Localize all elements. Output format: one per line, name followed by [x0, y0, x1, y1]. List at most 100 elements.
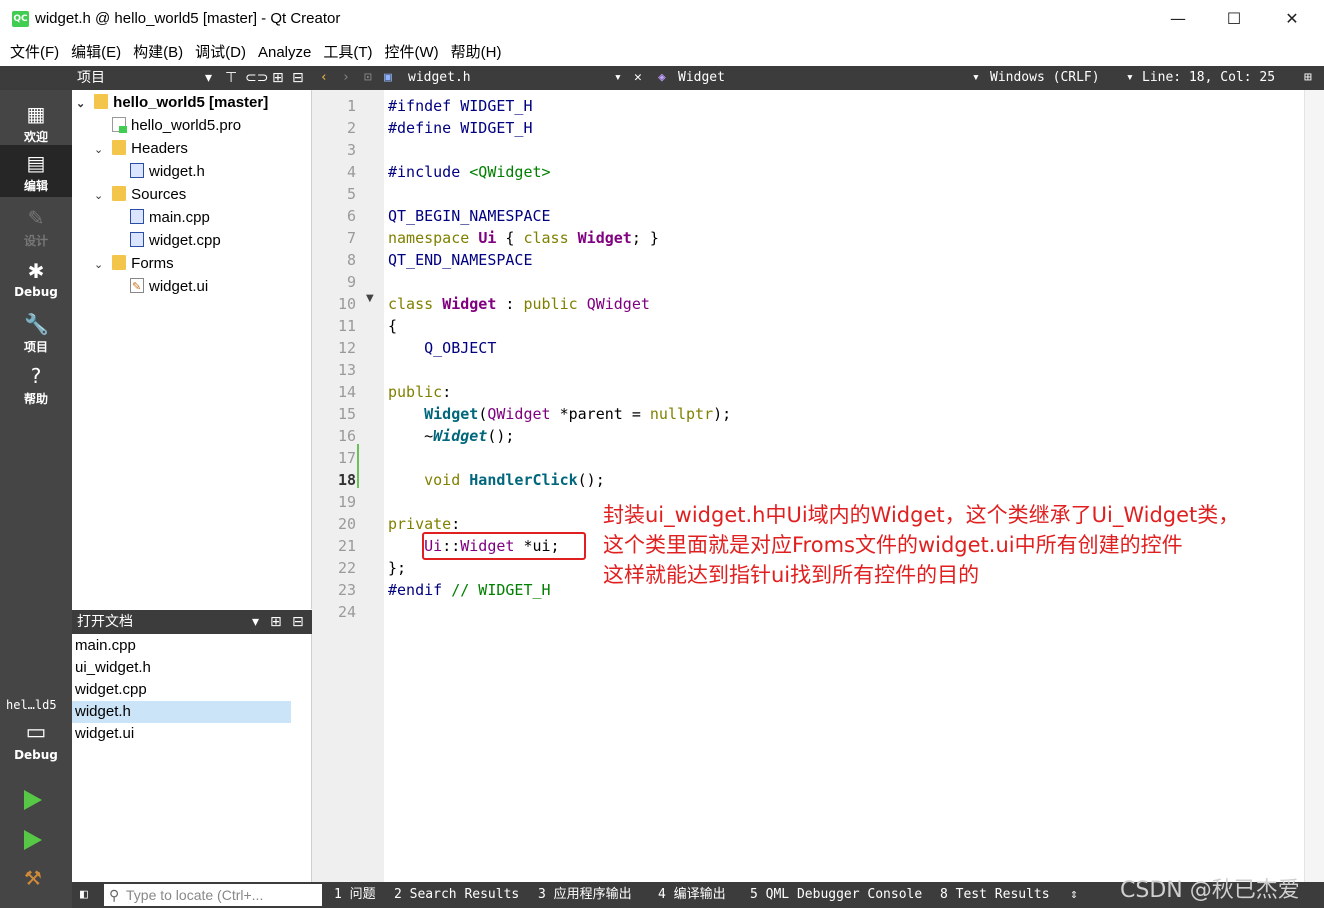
menu-file[interactable]: 文件(F)	[4, 40, 65, 66]
split-editor-icon[interactable]: ⊞	[1304, 66, 1312, 90]
code-token: class	[523, 229, 578, 247]
code-line: QT_END_NAMESPACE	[388, 249, 533, 271]
mode-projects[interactable]: 🔧 项目	[0, 306, 72, 358]
tree-item-headers[interactable]: ⌄ Headers	[94, 137, 188, 160]
close-button[interactable]: ✕	[1264, 0, 1320, 38]
menu-debug[interactable]: 调试(D)	[189, 40, 252, 66]
output-tab-search-results[interactable]: 2 Search Results	[394, 882, 519, 908]
pane-dropdown-icon[interactable]: ▾	[252, 610, 259, 634]
split-icon[interactable]: ⊞	[272, 66, 284, 90]
line-number: 4	[346, 163, 356, 181]
output-tab-issues[interactable]: 1 问题	[334, 882, 376, 908]
symbol-selector[interactable]: Widget	[678, 66, 725, 90]
tree-item-widget-cpp[interactable]: widget.cpp	[130, 229, 221, 252]
cursor-position[interactable]: Line: 18, Col: 25	[1142, 66, 1275, 90]
mode-help[interactable]: ? 帮助	[0, 358, 72, 410]
mode-welcome[interactable]: ▦ 欢迎	[0, 96, 72, 148]
folder-icon	[112, 140, 127, 155]
code-token: Widget	[577, 229, 632, 247]
open-doc-item[interactable]: main.cpp	[72, 635, 291, 657]
file-dropdown-icon[interactable]: ▾	[614, 66, 622, 90]
pane-dropdown-icon[interactable]: ▾	[205, 66, 212, 90]
chevron-down-icon[interactable]: ⌄	[94, 185, 108, 208]
menu-analyze[interactable]: Analyze	[252, 40, 317, 66]
toggle-sidebar-icon[interactable]: ◧	[80, 882, 88, 908]
output-tab-qml-console[interactable]: 5 QML Debugger Console	[750, 882, 922, 908]
code-line: namespace Ui { class Widget; }	[388, 227, 659, 249]
menu-help[interactable]: 帮助(H)	[445, 40, 508, 66]
mode-debug[interactable]: ✱ Debug	[0, 253, 72, 305]
run-icon[interactable]	[24, 790, 42, 810]
open-doc-item-selected[interactable]: widget.h	[72, 701, 291, 723]
debug-run-icon[interactable]	[24, 830, 42, 850]
code-line: {	[388, 315, 397, 337]
build-hammer-icon[interactable]: ⚒	[24, 866, 42, 890]
editor-toolbar: ‹ › ⊡ ▣ widget.h ▾ ✕ ◈ Widget ▾ Windows …	[312, 66, 1324, 90]
tree-item-label: hello_world5 [master]	[113, 94, 269, 111]
code-token: namespace	[388, 229, 479, 247]
line-ending-dropdown-icon[interactable]: ▾	[1126, 66, 1134, 90]
fold-arrow-icon[interactable]: ▼	[366, 293, 374, 304]
current-file-selector[interactable]: widget.h	[408, 66, 471, 90]
tree-item-project[interactable]: ⌄ hello_world5 [master]	[76, 91, 268, 114]
open-doc-item[interactable]: widget.ui	[72, 723, 291, 745]
chevron-down-icon[interactable]: ⌄	[94, 139, 108, 162]
mode-edit[interactable]: ▤ 编辑	[0, 145, 72, 197]
menu-widgets[interactable]: 控件(W)	[379, 40, 445, 66]
annotation-line: 这样就能达到指针ui找到所有控件的目的	[603, 563, 980, 587]
help-icon: ?	[30, 364, 42, 388]
editor-vertical-scrollbar[interactable]	[1304, 90, 1324, 882]
tree-item-main-cpp[interactable]: main.cpp	[130, 206, 210, 229]
tree-item-sources[interactable]: ⌄ Sources	[94, 183, 186, 206]
menu-tools[interactable]: 工具(T)	[317, 40, 378, 66]
link-icon[interactable]: ⊂⊃	[245, 66, 268, 90]
maximize-button[interactable]: ☐	[1206, 0, 1262, 38]
target-selector[interactable]: ▭ Debug	[0, 718, 72, 774]
project-pane-header: 项目 ▾ ⊤ ⊂⊃ ⊞ ⊟	[72, 66, 312, 90]
back-arrow-icon[interactable]: ‹	[320, 66, 328, 90]
close-pane-icon[interactable]: ⊟	[292, 610, 304, 634]
menu-edit[interactable]: 编辑(E)	[65, 40, 127, 66]
line-number-gutter: 1 2 3 4 5 6 7 8 9 10 11 12 13 14 15 16 17 18 19 20 21 22 23 24	[312, 90, 384, 882]
tree-item-widget-ui[interactable]: widget.ui	[130, 275, 208, 299]
code-token: public	[523, 295, 587, 313]
chevron-down-icon[interactable]: ⌄	[76, 93, 90, 116]
open-doc-item[interactable]: widget.cpp	[72, 679, 291, 701]
line-ending-selector[interactable]: Windows (CRLF)	[990, 66, 1100, 90]
output-tab-app-output[interactable]: 3 应用程序输出	[538, 882, 632, 908]
annotation-line: 这个类里面就是对应Froms文件的widget.ui中所有创建的控件	[603, 533, 1183, 557]
class-icon: ◈	[658, 70, 666, 85]
wrench-icon: 🔧	[24, 312, 49, 336]
code-editor[interactable]: #ifndef WIDGET_H #define WIDGET_H #include…	[384, 90, 1304, 882]
tree-item-widget-h[interactable]: widget.h	[130, 160, 205, 183]
mode-welcome-label: 欢迎	[23, 130, 48, 144]
output-tab-compile-output[interactable]: 4 编译输出	[658, 882, 726, 908]
tree-item-forms[interactable]: ⌄ Forms	[94, 252, 174, 275]
filter-icon[interactable]: ⊤	[225, 66, 237, 90]
code-token: public	[388, 383, 443, 401]
line-number: 10	[337, 295, 356, 313]
title-bar: QC widget.h @ hello_world5 [master] - Qt…	[0, 0, 1324, 40]
code-token: :	[451, 515, 461, 533]
close-document-icon[interactable]: ✕	[634, 66, 642, 90]
more-tabs-icon[interactable]: ⇕	[1070, 882, 1078, 908]
locator-input[interactable]: ⚲ Type to locate (Ctrl+...	[104, 884, 322, 906]
tree-item-label: hello_world5.pro	[131, 117, 242, 134]
split-icon[interactable]: ⊞	[270, 610, 282, 634]
chevron-down-icon[interactable]: ⌄	[94, 254, 108, 277]
line-number: 24	[337, 603, 356, 621]
output-tab-test-results[interactable]: 8 Test Results	[940, 882, 1050, 908]
code-token: <QWidget>	[469, 163, 551, 181]
minimize-button[interactable]: —	[1150, 0, 1206, 38]
menu-build[interactable]: 构建(B)	[127, 40, 189, 66]
search-icon: ⚲	[109, 887, 120, 903]
line-number: 5	[346, 185, 356, 203]
tree-item-pro-file[interactable]: hello_world5.pro	[112, 114, 241, 137]
code-token: *parent =	[550, 405, 650, 423]
forward-arrow-icon[interactable]: ›	[342, 66, 350, 90]
open-doc-item[interactable]: ui_widget.h	[72, 657, 291, 679]
close-pane-icon[interactable]: ⊟	[292, 66, 304, 90]
line-number: 19	[337, 493, 356, 511]
symbol-dropdown-icon[interactable]: ▾	[972, 66, 980, 90]
mode-design[interactable]: ✎ 设计	[0, 200, 72, 252]
